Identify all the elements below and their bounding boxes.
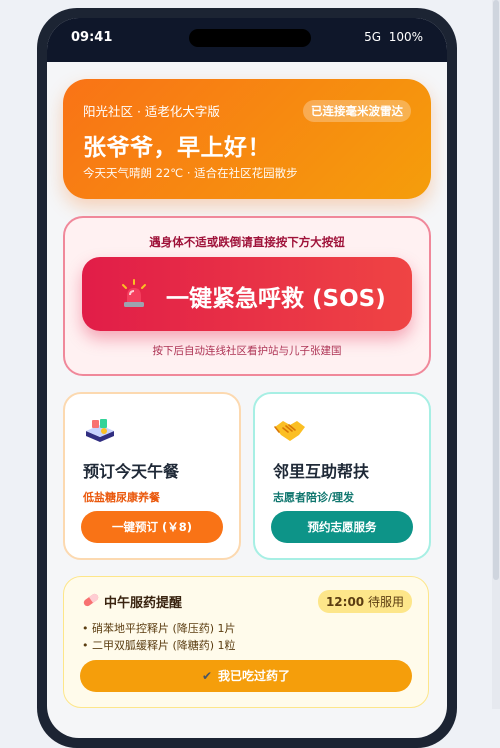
sos-button[interactable]: 一键紧急呼救 (SOS)	[82, 257, 412, 331]
siren-icon	[122, 279, 146, 307]
check-icon: ✔	[201, 669, 213, 683]
greeting-title: 张爷爷，早上好！	[83, 135, 271, 161]
sos-hint: 遇身体不适或跌倒请直接按下方大按钮	[149, 235, 345, 249]
status-bar: 09:41 5G 100%	[47, 18, 447, 62]
network-indicator: 5G	[364, 30, 382, 44]
radar-status-badge: 已连接毫米波雷达	[303, 100, 411, 122]
phone-frame: 09:41 5G 100% 阳光社区 · 适老化大字版 已连接毫米波雷达 张爷爷…	[37, 8, 457, 748]
community-label: 阳光社区 · 适老化大字版	[83, 104, 220, 119]
phone-screen: 09:41 5G 100% 阳光社区 · 适老化大字版 已连接毫米波雷达 张爷爷…	[47, 18, 447, 738]
medication-time: 12:00	[325, 595, 365, 609]
weather-text: 今天天气晴朗 22℃ · 适合在社区花园散步	[83, 166, 298, 180]
medication-item: • 硝苯地平控释片 (降压药) 1片	[82, 622, 236, 635]
book-meal-button[interactable]: 一键预订 (￥8)	[81, 511, 223, 543]
medication-time-badge: 12:00 待服用	[317, 590, 412, 613]
handshake-icon	[274, 421, 305, 441]
medication-item: • 二甲双胍缓释片 (降糖药) 1粒	[82, 639, 236, 652]
greeting-card: 阳光社区 · 适老化大字版 已连接毫米波雷达 张爷爷，早上好！ 今天天气晴朗 2…	[63, 79, 431, 199]
camera-notch	[189, 29, 311, 47]
page-scrollbar[interactable]	[492, 0, 500, 709]
battery-indicator: 100%	[388, 30, 423, 44]
service-card-help: 邻里互助帮扶 志愿者陪诊/理发 预约志愿服务	[253, 392, 431, 560]
service-tag-meal: 低盐糖尿康养餐	[83, 491, 160, 504]
medication-time-status: 待服用	[367, 595, 404, 609]
book-volunteer-button[interactable]: 预约志愿服务	[271, 511, 413, 543]
medication-taken-label: 我已吃过药了	[218, 669, 291, 683]
sos-button-label: 一键紧急呼救 (SOS)	[166, 286, 386, 312]
pill-icon	[83, 593, 99, 607]
service-title-meal: 预订今天午餐	[83, 462, 180, 481]
service-card-meal: 预订今天午餐 低盐糖尿康养餐 一键预订 (￥8)	[63, 392, 241, 560]
medication-title: 中午服药提醒	[104, 596, 183, 611]
service-title-help: 邻里互助帮扶	[273, 462, 370, 481]
status-indicators: 5G 100%	[364, 30, 423, 44]
status-time: 09:41	[71, 30, 113, 45]
page-scrollbar-thumb[interactable]	[493, 0, 499, 580]
sos-card: 遇身体不适或跌倒请直接按下方大按钮 一键紧急呼救 (SOS) 按下后自动连线社区…	[63, 216, 431, 376]
medication-taken-button[interactable]: ✔ 我已吃过药了	[80, 660, 412, 692]
medication-reminder-card: 中午服药提醒 12:00 待服用 • 硝苯地平控释片 (降压药) 1片 • 二甲…	[63, 576, 429, 708]
service-tag-help: 志愿者陪诊/理发	[273, 491, 355, 504]
meal-tray-icon	[86, 419, 114, 442]
sos-subtext: 按下后自动连线社区看护站与儿子张建国	[152, 345, 342, 357]
